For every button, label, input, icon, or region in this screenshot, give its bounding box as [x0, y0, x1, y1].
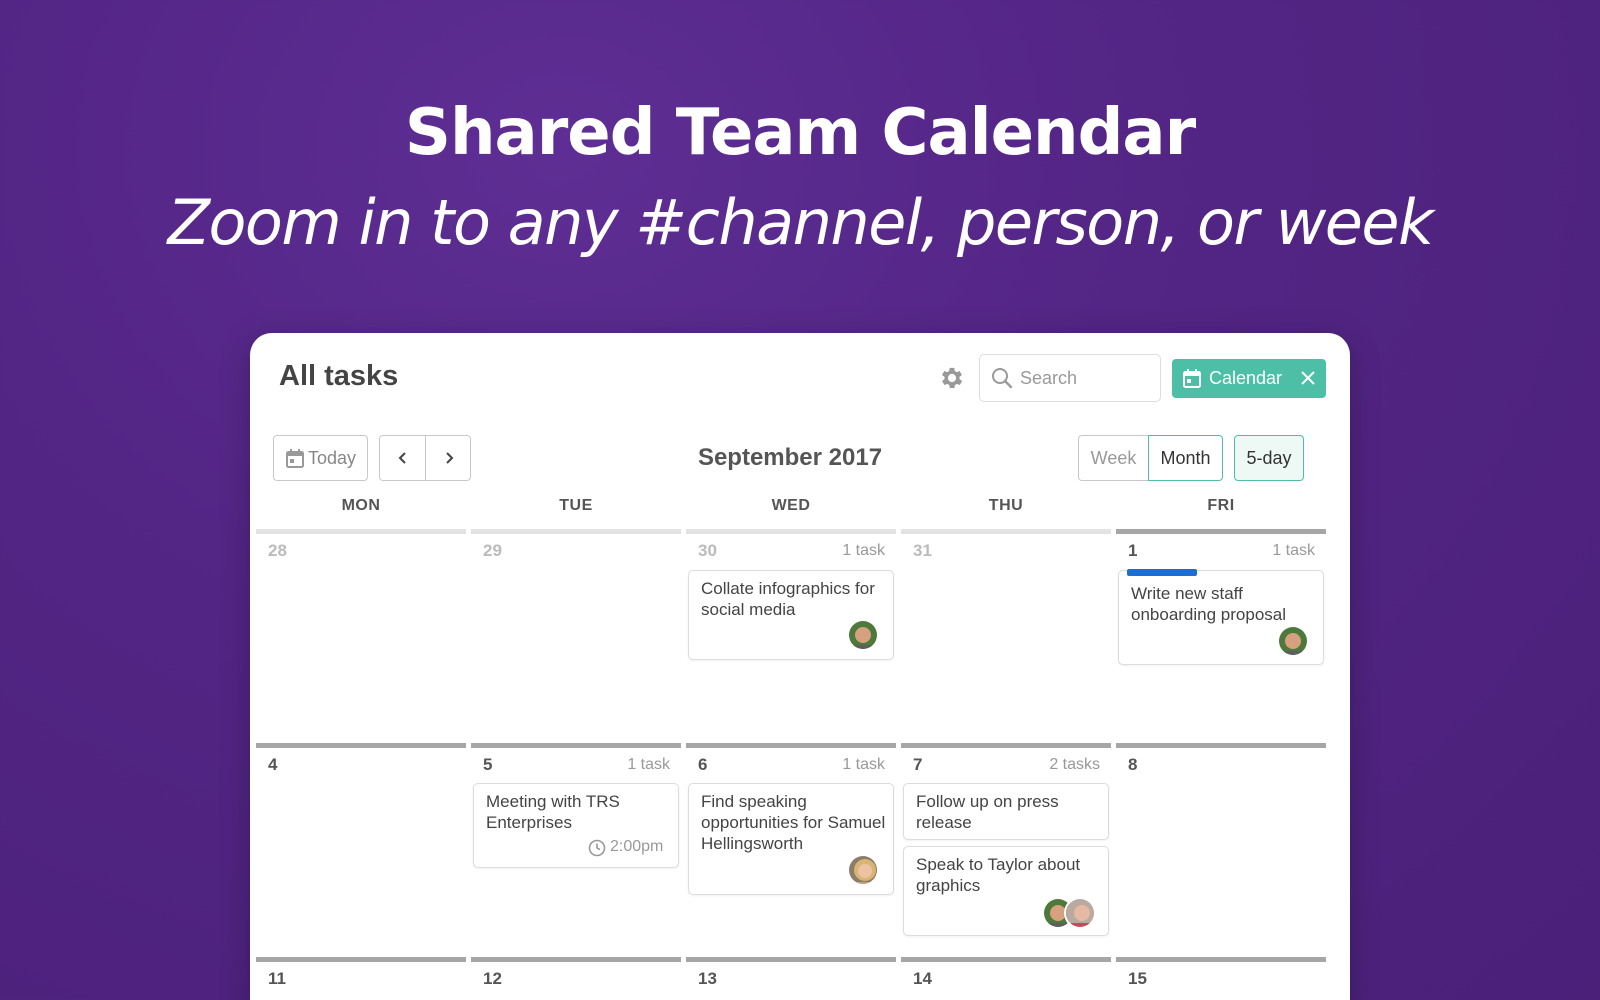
task-card[interactable]: Follow up on press release: [903, 783, 1109, 840]
today-button[interactable]: Today: [273, 435, 368, 481]
task-count: 1 task: [842, 542, 885, 559]
task-title: Meeting with TRS Enterprises: [486, 792, 620, 832]
view-week-button[interactable]: Week: [1078, 435, 1148, 481]
day-cell-bar: [1116, 743, 1326, 748]
task-card[interactable]: Write new staff onboarding proposal: [1118, 569, 1324, 665]
date-number: 13: [698, 969, 717, 988]
date-number: 12: [483, 969, 502, 988]
date-number: 14: [913, 969, 932, 988]
search-icon: [992, 368, 1013, 389]
calendar-filter-chip[interactable]: Calendar: [1172, 359, 1326, 398]
task-count: 1 task: [627, 756, 670, 773]
date-number: 5: [483, 755, 493, 774]
day-cell-bar: [1116, 529, 1326, 534]
task-title: Follow up on press release: [916, 792, 1059, 832]
task-title: Find speaking opportunities for Samuel H…: [701, 792, 886, 853]
calendar-icon: [1183, 369, 1201, 388]
weekday-header-thu: THU: [988, 497, 1024, 514]
page-title: All tasks: [279, 360, 399, 392]
day-cell-bar: [686, 529, 896, 534]
search-input[interactable]: [1020, 365, 1156, 391]
date-number: 15: [1128, 969, 1147, 988]
gear-icon[interactable]: [938, 364, 966, 392]
avatar: [1064, 897, 1096, 929]
month-label: September 2017: [697, 444, 883, 471]
weekday-header-mon: MON: [341, 497, 381, 514]
prev-month-button[interactable]: [380, 436, 426, 480]
weekday-header-wed: WED: [771, 497, 811, 514]
weekday-header-fri: FRI: [1207, 497, 1235, 514]
task-card[interactable]: Collate infographics for social media: [688, 570, 894, 660]
date-number: 31: [913, 541, 932, 560]
task-title: Collate infographics for social media: [701, 579, 875, 619]
search-box[interactable]: [979, 354, 1161, 402]
day-cell-bar: [256, 529, 466, 534]
day-cell-bar: [901, 743, 1111, 748]
task-time: 2:00pm: [588, 838, 678, 858]
task-title: Write new staff onboarding proposal: [1131, 584, 1287, 624]
weekday-header-tue: TUE: [559, 497, 593, 514]
date-number: 11: [268, 969, 286, 988]
date-number: 7: [913, 755, 923, 774]
avatar: [847, 619, 879, 651]
task-card[interactable]: Speak to Taylor about graphics: [903, 846, 1109, 936]
calendar-icon: [286, 449, 304, 468]
task-count: 1 task: [1272, 542, 1315, 559]
avatar: [847, 854, 879, 886]
date-number: 29: [483, 541, 502, 560]
chevron-left-icon: [398, 452, 406, 464]
day-cell-bar: [471, 529, 681, 534]
chevron-right-icon: [446, 452, 454, 464]
priority-bar: [1127, 569, 1197, 576]
clock-icon: [588, 839, 606, 857]
view-5day-button[interactable]: 5-day: [1234, 435, 1304, 481]
month-nav: [379, 435, 471, 481]
task-title: Speak to Taylor about graphics: [916, 855, 1081, 895]
task-count: 2 tasks: [1049, 756, 1100, 773]
next-month-button[interactable]: [426, 436, 472, 480]
day-cell-bar: [1116, 957, 1326, 962]
calendar-panel: All tasks Calendar: [250, 333, 1350, 1000]
task-time-label: 2:00pm: [610, 838, 664, 855]
date-number: 4: [268, 755, 278, 774]
hero-title: Shared Team Calendar: [404, 96, 1196, 170]
day-cell-bar: [256, 957, 466, 962]
day-cell-bar: [901, 529, 1111, 534]
hero-subtitle: Zoom in to any #channel, person, or week: [167, 186, 1434, 259]
day-cell-bar: [256, 743, 466, 748]
task-card[interactable]: Meeting with TRS Enterprises 2:00pm: [473, 783, 679, 868]
close-icon[interactable]: [1300, 370, 1316, 386]
date-number: 6: [698, 755, 708, 774]
task-count: 1 task: [842, 756, 885, 773]
day-cell-bar: [686, 957, 896, 962]
avatar: [1277, 625, 1309, 657]
day-cell-bar: [471, 957, 681, 962]
date-number: 8: [1128, 755, 1138, 774]
date-number: 28: [268, 541, 287, 560]
day-cell-bar: [686, 743, 896, 748]
day-cell-bar: [471, 743, 681, 748]
date-number: 30: [698, 541, 717, 560]
filter-chip-label: Calendar: [1209, 368, 1283, 388]
task-card[interactable]: Find speaking opportunities for Samuel H…: [688, 783, 894, 895]
date-number: 1: [1128, 541, 1138, 560]
day-cell-bar: [901, 957, 1111, 962]
today-label: Today: [308, 448, 357, 468]
view-month-button[interactable]: Month: [1148, 435, 1223, 481]
